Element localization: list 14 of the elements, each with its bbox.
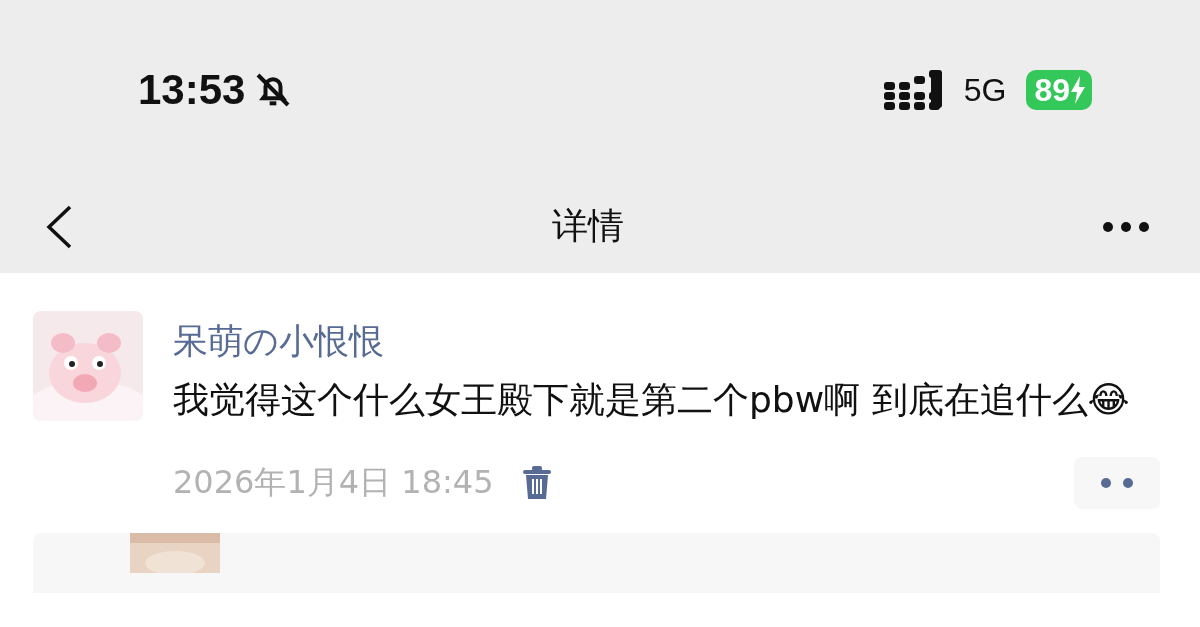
status-time: 13:53 xyxy=(138,66,246,114)
network-label: 5G xyxy=(963,71,1007,109)
dots-icon xyxy=(1101,478,1133,488)
post-text: 我觉得这个什么女王殿下就是第二个pbw啊 到底在追什么😂 xyxy=(173,378,1131,422)
more-icon[interactable] xyxy=(1102,220,1150,233)
more-actions-button[interactable] xyxy=(1074,457,1160,509)
signal-icon xyxy=(883,70,944,110)
page-title: 详情 xyxy=(552,204,624,248)
trash-icon[interactable] xyxy=(521,466,552,500)
author-name[interactable]: 呆萌の小恨恨 xyxy=(173,311,1160,371)
back-icon[interactable] xyxy=(44,203,74,250)
post-timestamp: 2026年1月4日 18:45 xyxy=(173,462,494,503)
bolt-icon xyxy=(1070,76,1086,104)
battery-indicator: 89 xyxy=(1026,70,1092,110)
